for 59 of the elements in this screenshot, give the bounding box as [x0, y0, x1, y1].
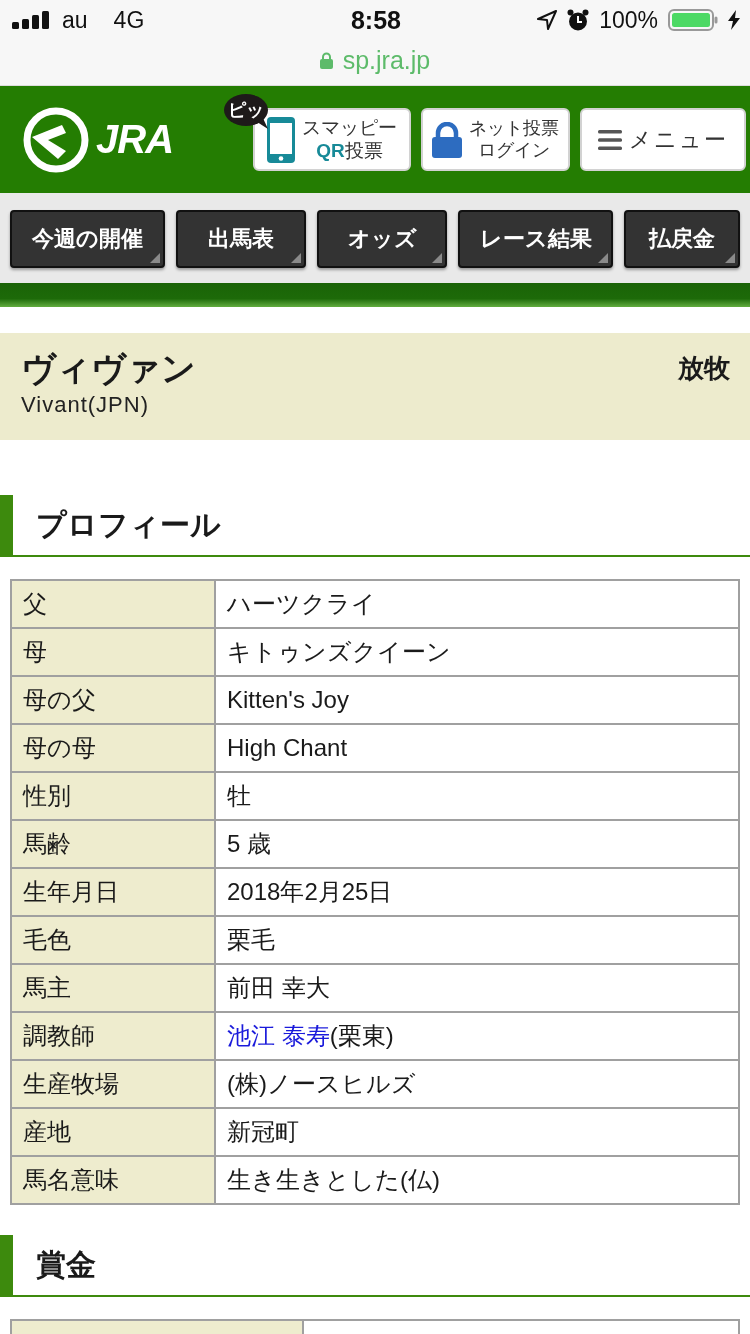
horse-name: ヴィヴァン [21, 348, 196, 389]
row-label: 産地 [11, 1108, 215, 1156]
row-label: 父 [11, 580, 215, 628]
row-label: 母の父 [11, 676, 215, 724]
row-label: 生産牧場 [11, 1060, 215, 1108]
battery-percent: 100% [599, 6, 658, 34]
corner-triangle-icon [598, 253, 608, 263]
carrier-name: au [62, 6, 88, 34]
nav-button[interactable]: 今週の開催 [10, 210, 165, 268]
row-label: 馬齢 [11, 820, 215, 868]
corner-triangle-icon [725, 253, 735, 263]
corner-triangle-icon [150, 253, 160, 263]
menu-button[interactable]: メニュー [580, 108, 746, 171]
row-label: 母 [11, 628, 215, 676]
alarm-clock-icon [567, 9, 590, 31]
section-heading: プロフィール [0, 495, 750, 557]
location-arrow-icon [537, 10, 558, 30]
table-cell: 栗毛 [215, 916, 739, 964]
network-type: 4G [113, 6, 145, 34]
circle-logo-icon [22, 106, 90, 173]
table-cell: 新冠町 [215, 1108, 739, 1156]
table-cell: (株)ノースヒルズ [215, 1060, 739, 1108]
row-label: 毛色 [11, 916, 215, 964]
signal-bars-icon [12, 11, 50, 29]
corner-triangle-icon [291, 253, 301, 263]
horse-status: 放牧 [678, 352, 730, 385]
row-label: 馬名意味 [11, 1156, 215, 1204]
nav-button[interactable]: オッズ [317, 210, 447, 268]
logo-text: JRA [96, 117, 174, 162]
table-cell: 2018年2月25日 [215, 868, 739, 916]
table-cell: ハーツクライ [215, 580, 739, 628]
menu-icon [598, 129, 622, 150]
table-cell: Kitten's Joy [215, 676, 739, 724]
corner-triangle-icon [432, 253, 442, 263]
table-cell: 生き生きとした(仏) [215, 1156, 739, 1204]
row-label: 性別 [11, 772, 215, 820]
table-cell: キトゥンズクイーン [215, 628, 739, 676]
table-cell: 5 歳 [215, 820, 739, 868]
row-label: 生年月日 [11, 868, 215, 916]
horse-name-english: Vivant(JPN) [21, 391, 150, 418]
section-heading: 賞金 [0, 1235, 750, 1297]
nav-button[interactable]: レース結果 [458, 210, 613, 268]
row-label: 馬主 [11, 964, 215, 1012]
login-button[interactable]: ネット投票 ログイン [421, 108, 570, 171]
padlock-icon [432, 121, 462, 158]
battery-icon [668, 9, 718, 31]
training-center-text: (栗東) [329, 1022, 394, 1049]
charging-bolt-icon [728, 10, 740, 30]
clock-time: 8:58 [350, 5, 401, 35]
table-cell: 牡 [215, 772, 739, 820]
nav-button[interactable]: 出馬表 [176, 210, 306, 268]
row-label: 母の母 [11, 724, 215, 772]
trainer-link[interactable]: 池江 泰寿 [227, 1022, 330, 1049]
lock-icon [319, 52, 333, 69]
smartphone-icon [267, 116, 295, 163]
nav-button[interactable]: 払戻金 [624, 210, 740, 268]
table-cell: 前田 幸大 [215, 964, 739, 1012]
row-label: 調教師 [11, 1012, 215, 1060]
table-cell: High Chant [215, 724, 739, 772]
